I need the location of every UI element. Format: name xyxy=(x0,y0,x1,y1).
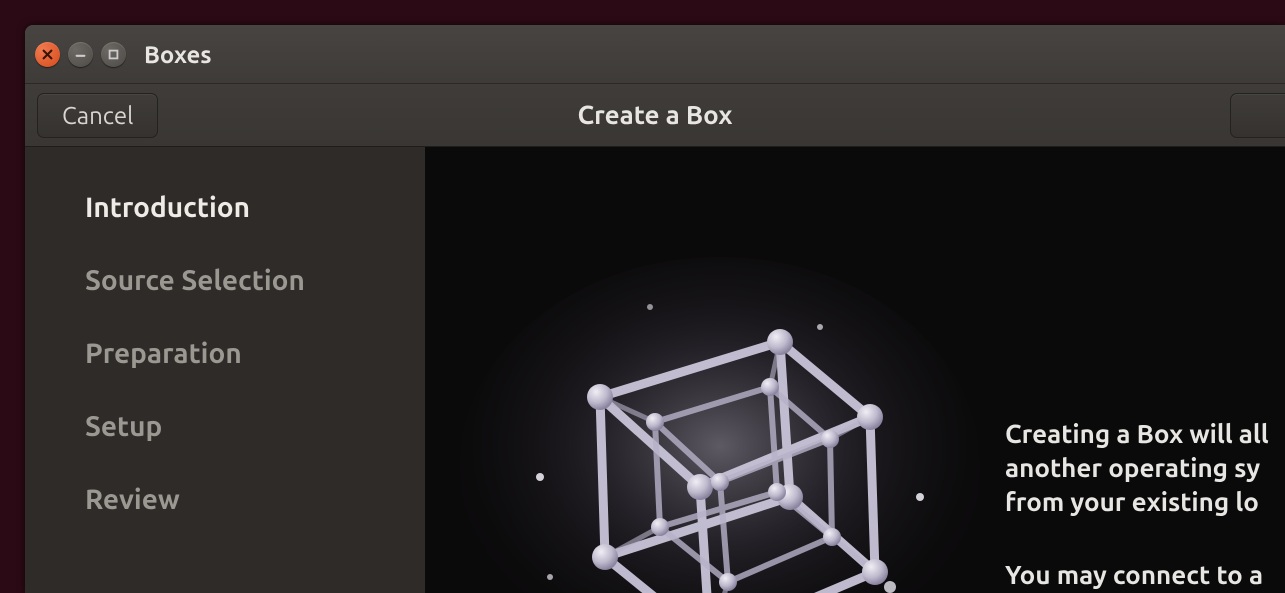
window-controls xyxy=(35,42,126,67)
page-title: Create a Box xyxy=(578,100,733,129)
sidebar-item-introduction[interactable]: Introduction xyxy=(85,192,425,223)
next-button[interactable] xyxy=(1230,93,1285,138)
close-icon[interactable] xyxy=(35,42,60,67)
intro-description: Creating a Box will all another operatin… xyxy=(1005,417,1285,593)
sidebar-item-label: Source Selection xyxy=(85,265,305,296)
sidebar-item-label: Setup xyxy=(85,411,162,442)
main-panel: Creating a Box will all another operatin… xyxy=(425,147,1285,593)
maximize-icon[interactable] xyxy=(101,42,126,67)
intro-text: Creating a Box will all xyxy=(1005,419,1269,448)
intro-text: You may connect to a xyxy=(1005,560,1263,589)
sidebar-item-review[interactable]: Review xyxy=(85,484,425,515)
app-title: Boxes xyxy=(144,41,212,68)
cancel-button-label: Cancel xyxy=(62,102,133,129)
minimize-icon[interactable] xyxy=(68,42,93,67)
sidebar-item-preparation[interactable]: Preparation xyxy=(85,338,425,369)
sidebar-item-setup[interactable]: Setup xyxy=(85,411,425,442)
intro-text: another operating sy xyxy=(1005,453,1260,482)
titlebar[interactable]: Boxes xyxy=(25,25,1285,83)
sidebar-item-label: Introduction xyxy=(85,192,250,223)
content-area: Introduction Source Selection Preparatio… xyxy=(25,147,1285,593)
sidebar-item-label: Review xyxy=(85,484,180,515)
sidebar-item-source-selection[interactable]: Source Selection xyxy=(85,265,425,296)
wizard-sidebar: Introduction Source Selection Preparatio… xyxy=(25,147,425,593)
cancel-button[interactable]: Cancel xyxy=(37,93,158,138)
app-window: Boxes Cancel Create a Box Introduction S… xyxy=(25,25,1285,593)
toolbar: Cancel Create a Box xyxy=(25,83,1285,147)
boxes-hypercube-icon xyxy=(450,247,990,593)
sidebar-item-label: Preparation xyxy=(85,338,242,369)
intro-text: from your existing lo xyxy=(1005,487,1259,516)
